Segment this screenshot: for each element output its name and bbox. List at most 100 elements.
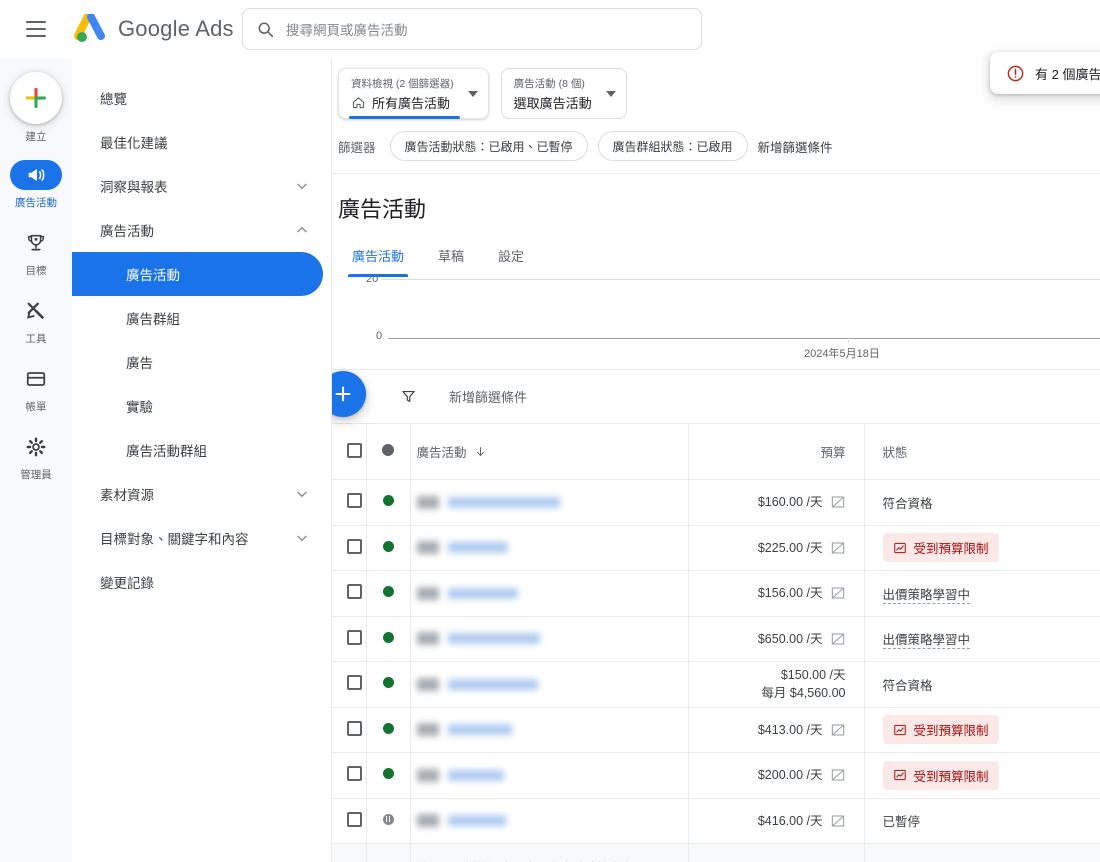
row-budget-cell[interactable]: $200.00 /天: [688, 752, 865, 798]
row-campaign-name-cell[interactable]: [410, 524, 689, 571]
row-checkbox[interactable]: [347, 766, 363, 782]
row-status-cell[interactable]: 出價策略學習中: [864, 615, 1100, 662]
row-checkbox[interactable]: [347, 629, 363, 645]
table-row[interactable]: $416.00 /天 已暫停: [332, 797, 1100, 844]
chevron-down-icon[interactable]: [605, 91, 616, 97]
tab-drafts[interactable]: 草稿: [424, 238, 478, 277]
filter-chip-adgroup-status[interactable]: 廣告群組狀態：已啟用: [597, 131, 748, 161]
row-checkbox-cell[interactable]: [332, 797, 367, 844]
create-button[interactable]: 建立: [10, 72, 62, 144]
row-checkbox[interactable]: [347, 538, 363, 554]
row-status-cell[interactable]: 符合資格: [864, 479, 1100, 525]
row-status-cell[interactable]: 受到預算限制: [864, 524, 1100, 571]
brand[interactable]: Google Ads: [74, 12, 234, 44]
sidebar-item-recommendations[interactable]: 最佳化建議: [72, 120, 323, 164]
row-checkbox-cell[interactable]: [332, 615, 367, 662]
row-status-cell[interactable]: 受到預算限制: [864, 706, 1100, 753]
row-checkbox[interactable]: [347, 493, 363, 509]
row-campaign-name-cell[interactable]: [410, 797, 689, 844]
filter-chip-campaign-status[interactable]: 廣告活動狀態：已啟用、已暫停: [389, 131, 588, 161]
sidebar-item-campaign-groups[interactable]: 廣告活動群組: [72, 428, 323, 472]
table-row[interactable]: $200.00 /天 受到預算限制: [332, 752, 1100, 798]
performance-chart[interactable]: 20 0 2024年5月18日: [332, 277, 1100, 369]
table-row[interactable]: $650.00 /天 出價策略學習中: [332, 615, 1100, 662]
row-checkbox-cell[interactable]: [332, 661, 367, 707]
row-checkbox-cell[interactable]: [332, 752, 367, 798]
add-filter-link[interactable]: 新增篩選條件: [758, 137, 833, 156]
data-view-dropdown[interactable]: 資料檢視 (2 個篩選器) 所有廣告活動: [338, 68, 489, 119]
sidebar-item-overview[interactable]: 總覽: [72, 76, 323, 120]
row-status-dot-cell[interactable]: [366, 797, 411, 844]
table-row[interactable]: $413.00 /天 受到預算限制: [332, 706, 1100, 753]
add-campaign-button[interactable]: [332, 371, 366, 417]
row-checkbox[interactable]: [347, 720, 363, 736]
tab-campaigns[interactable]: 廣告活動: [338, 238, 418, 277]
column-header-budget[interactable]: 預算: [688, 423, 865, 480]
row-campaign-name-cell[interactable]: [410, 570, 689, 616]
row-budget-cell[interactable]: $650.00 /天: [688, 615, 865, 662]
column-header-select-all[interactable]: [332, 423, 367, 480]
sidebar-item-campaigns[interactable]: 廣告活動: [72, 252, 323, 296]
sidebar-item-audiences-keywords-content[interactable]: 目標對象、關鍵字和內容: [72, 516, 323, 560]
row-status-cell[interactable]: 受到預算限制: [864, 752, 1100, 798]
row-status-dot-cell[interactable]: [366, 479, 411, 525]
row-budget-cell[interactable]: $225.00 /天: [688, 524, 865, 571]
row-status-dot-cell[interactable]: [366, 570, 411, 616]
sidebar-item-ads[interactable]: 廣告: [72, 340, 323, 384]
sidebar-item-change-history[interactable]: 變更記錄: [72, 560, 323, 604]
row-campaign-name-cell[interactable]: [410, 615, 689, 662]
status-badge[interactable]: 受到預算限制: [882, 533, 999, 563]
sidebar-item-campaigns-group[interactable]: 廣告活動: [72, 208, 323, 252]
hamburger-icon[interactable]: [16, 9, 56, 49]
column-header-status-dot[interactable]: [366, 423, 411, 480]
row-status-dot-cell[interactable]: [366, 706, 411, 753]
column-header-status[interactable]: 狀態: [864, 423, 1100, 480]
campaign-select-dropdown[interactable]: 廣告活動 (8 個) 選取廣告活動: [500, 68, 627, 119]
tab-settings[interactable]: 設定: [484, 238, 538, 277]
table-add-filter-link[interactable]: 新增篩選條件: [449, 387, 527, 406]
status-text-learning[interactable]: 出價策略學習中: [882, 587, 971, 604]
rail-item-admin[interactable]: 管理員: [10, 432, 62, 482]
notification-toast[interactable]: 有 2 個廣告: [990, 52, 1100, 94]
sidebar-item-experiments[interactable]: 實驗: [72, 384, 323, 428]
table-row[interactable]: $150.00 /天 每月 $4,560.00 符合資格: [332, 661, 1100, 707]
table-row[interactable]: $160.00 /天 符合資格: [332, 479, 1100, 525]
row-status-cell[interactable]: 已暫停: [864, 797, 1100, 844]
row-campaign-name-cell[interactable]: [410, 752, 689, 798]
chevron-down-icon[interactable]: [467, 91, 478, 97]
funnel-icon[interactable]: [400, 388, 417, 405]
row-campaign-name-cell[interactable]: [410, 706, 689, 753]
status-badge[interactable]: 受到預算限制: [882, 715, 999, 745]
row-budget-cell[interactable]: $156.00 /天: [688, 570, 865, 616]
select-all-checkbox[interactable]: [347, 442, 363, 458]
row-status-cell[interactable]: 出價策略學習中: [864, 570, 1100, 616]
sidebar-item-insights-reports[interactable]: 洞察與報表: [72, 164, 323, 208]
row-budget-cell[interactable]: $416.00 /天: [688, 797, 865, 844]
rail-item-goals[interactable]: 目標: [10, 228, 62, 278]
row-budget-cell[interactable]: $160.00 /天: [688, 479, 865, 525]
row-budget-cell[interactable]: $413.00 /天: [688, 706, 865, 753]
row-checkbox[interactable]: [347, 675, 363, 691]
row-status-dot-cell[interactable]: [366, 615, 411, 662]
table-row[interactable]: $156.00 /天 出價策略學習中: [332, 570, 1100, 616]
rail-item-billing[interactable]: 帳單: [10, 364, 62, 414]
row-campaign-name-cell[interactable]: [410, 661, 689, 707]
row-checkbox[interactable]: [347, 584, 363, 600]
row-status-dot-cell[interactable]: [366, 752, 411, 798]
status-text-learning[interactable]: 出價策略學習中: [882, 633, 971, 650]
row-status-cell[interactable]: 符合資格: [864, 661, 1100, 707]
search-input[interactable]: 搜尋網頁或廣告活動: [242, 8, 702, 50]
row-checkbox[interactable]: [347, 811, 363, 827]
table-row[interactable]: $225.00 /天 受到預算限制: [332, 524, 1100, 571]
status-badge[interactable]: 受到預算限制: [882, 760, 999, 790]
row-status-dot-cell[interactable]: [366, 524, 411, 571]
column-header-campaign[interactable]: 廣告活動: [410, 423, 689, 480]
sidebar-item-ad-groups[interactable]: 廣告群組: [72, 296, 323, 340]
rail-item-campaigns[interactable]: 廣告活動: [10, 160, 62, 210]
sidebar-item-assets[interactable]: 素材資源: [72, 472, 323, 516]
row-checkbox-cell[interactable]: [332, 524, 367, 571]
rail-item-tools[interactable]: 工具: [10, 296, 62, 346]
row-status-dot-cell[interactable]: [366, 661, 411, 707]
row-checkbox-cell[interactable]: [332, 706, 367, 753]
row-campaign-name-cell[interactable]: [410, 479, 689, 525]
